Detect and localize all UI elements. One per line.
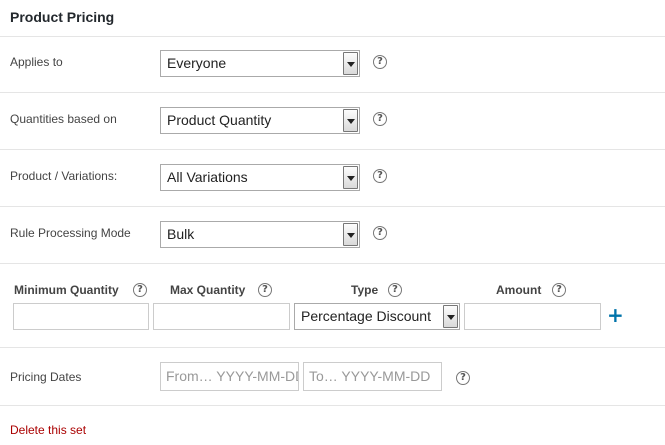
rule-processing-mode-label: Rule Processing Mode xyxy=(10,226,131,240)
chevron-down-icon[interactable] xyxy=(343,166,358,189)
help-icon[interactable]: ? xyxy=(388,283,402,297)
pricing-dates-label: Pricing Dates xyxy=(10,370,82,384)
quantities-based-on-select[interactable]: Product Quantity xyxy=(160,107,360,134)
type-value: Percentage Discount xyxy=(301,308,431,324)
help-icon[interactable]: ? xyxy=(133,283,147,297)
divider xyxy=(0,92,665,93)
chevron-down-icon[interactable] xyxy=(343,109,358,132)
applies-to-label: Applies to xyxy=(10,55,63,69)
min-quantity-input[interactable] xyxy=(13,303,149,330)
help-icon[interactable]: ? xyxy=(258,283,272,297)
quantities-based-on-label: Quantities based on xyxy=(10,112,117,126)
help-icon[interactable]: ? xyxy=(373,55,387,69)
max-quantity-header: Max Quantity xyxy=(170,283,246,297)
applies-to-value: Everyone xyxy=(167,55,227,71)
add-rule-button[interactable]: + xyxy=(607,305,624,325)
divider xyxy=(0,347,665,348)
quantities-based-on-value: Product Quantity xyxy=(167,112,272,128)
help-icon[interactable]: ? xyxy=(456,371,470,385)
chevron-down-icon[interactable] xyxy=(343,52,358,75)
product-variations-value: All Variations xyxy=(167,169,248,185)
date-from-input[interactable]: From… YYYY-MM-DD xyxy=(160,362,299,391)
rule-processing-mode-select[interactable]: Bulk xyxy=(160,221,360,248)
help-icon[interactable]: ? xyxy=(373,169,387,183)
product-variations-label: Product / Variations: xyxy=(10,169,118,183)
divider xyxy=(0,263,665,264)
delete-set-link[interactable]: Delete this set xyxy=(10,423,86,437)
help-icon[interactable]: ? xyxy=(373,226,387,240)
product-pricing-panel: Product Pricing Applies to Everyone ? Qu… xyxy=(0,0,665,445)
amount-header: Amount xyxy=(496,283,542,297)
chevron-down-icon[interactable] xyxy=(343,223,358,246)
divider xyxy=(0,206,665,207)
plus-icon[interactable]: + xyxy=(607,303,624,327)
date-to-input[interactable]: To… YYYY-MM-DD xyxy=(303,362,442,391)
amount-input[interactable] xyxy=(464,303,601,330)
divider xyxy=(0,149,665,150)
rule-processing-mode-value: Bulk xyxy=(167,226,195,242)
help-icon[interactable]: ? xyxy=(373,112,387,126)
min-quantity-header: Minimum Quantity xyxy=(14,283,119,297)
panel-title: Product Pricing xyxy=(10,9,115,25)
help-icon[interactable]: ? xyxy=(552,283,566,297)
type-header: Type xyxy=(351,283,379,297)
chevron-down-icon[interactable] xyxy=(443,305,458,328)
max-quantity-input[interactable] xyxy=(153,303,290,330)
product-variations-select[interactable]: All Variations xyxy=(160,164,360,191)
divider xyxy=(0,36,665,37)
applies-to-select[interactable]: Everyone xyxy=(160,50,360,77)
divider xyxy=(0,405,665,406)
type-select[interactable]: Percentage Discount xyxy=(294,303,460,330)
